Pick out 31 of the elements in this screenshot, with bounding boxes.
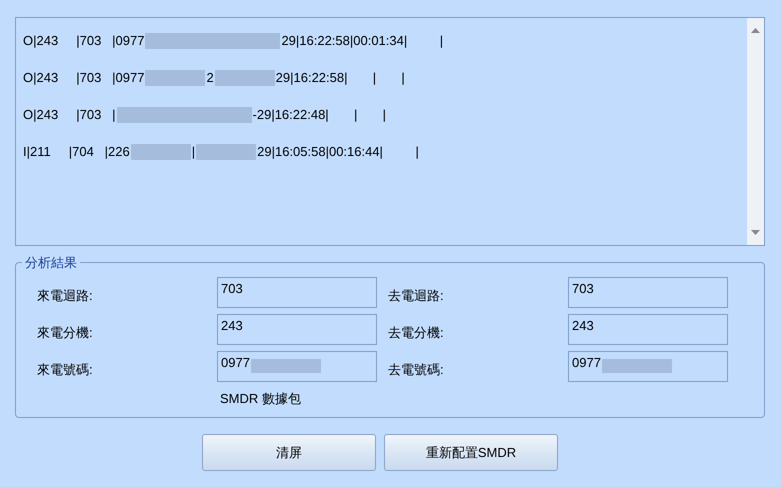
field-label: 去電號碼: [388,360,445,378]
field-label: 來電分機: [37,324,94,342]
scrollbar[interactable] [747,18,764,245]
group-title: 分析結果 [22,254,80,272]
log-text: 29|16:05:58|00:16:44| | [257,144,419,159]
text-field[interactable]: 243 [568,314,728,345]
text-field[interactable]: 703 [568,277,728,308]
scroll-up-icon[interactable] [751,28,760,33]
log-text: O|243 |703 | [23,107,116,122]
field-label: 去電迴路: [388,286,445,304]
log-text: 29|16:22:58|00:01:34| | [281,33,444,48]
log-text: O|243 |703 |0977 [23,70,144,85]
blurred-block [602,359,672,373]
action-button[interactable]: 清屏 [202,434,376,471]
log-text: | [192,144,196,159]
action-button[interactable]: 重新配置SMDR [384,434,558,471]
text-field[interactable]: 0977 [217,351,377,382]
log-text: 29|16:22:58| | | [276,70,405,85]
scroll-down-icon[interactable] [751,230,760,235]
blurred-block [250,359,321,373]
field-label: 來電號碼: [37,360,94,378]
log-text: 2 [206,70,214,85]
log-text: -29|16:22:48| | | [252,107,386,122]
field-label: 來電迴路: [37,286,94,304]
caption-text: SMDR 數據包 [219,390,302,408]
text-field[interactable]: 0977 [568,351,728,382]
log-text: I|211 |704 |226 [23,144,130,159]
text-field[interactable]: 703 [217,277,377,308]
field-label: 去電分機: [388,324,445,342]
log-text: O|243 |703 |0977 [23,33,144,48]
text-field[interactable]: 243 [217,314,377,345]
